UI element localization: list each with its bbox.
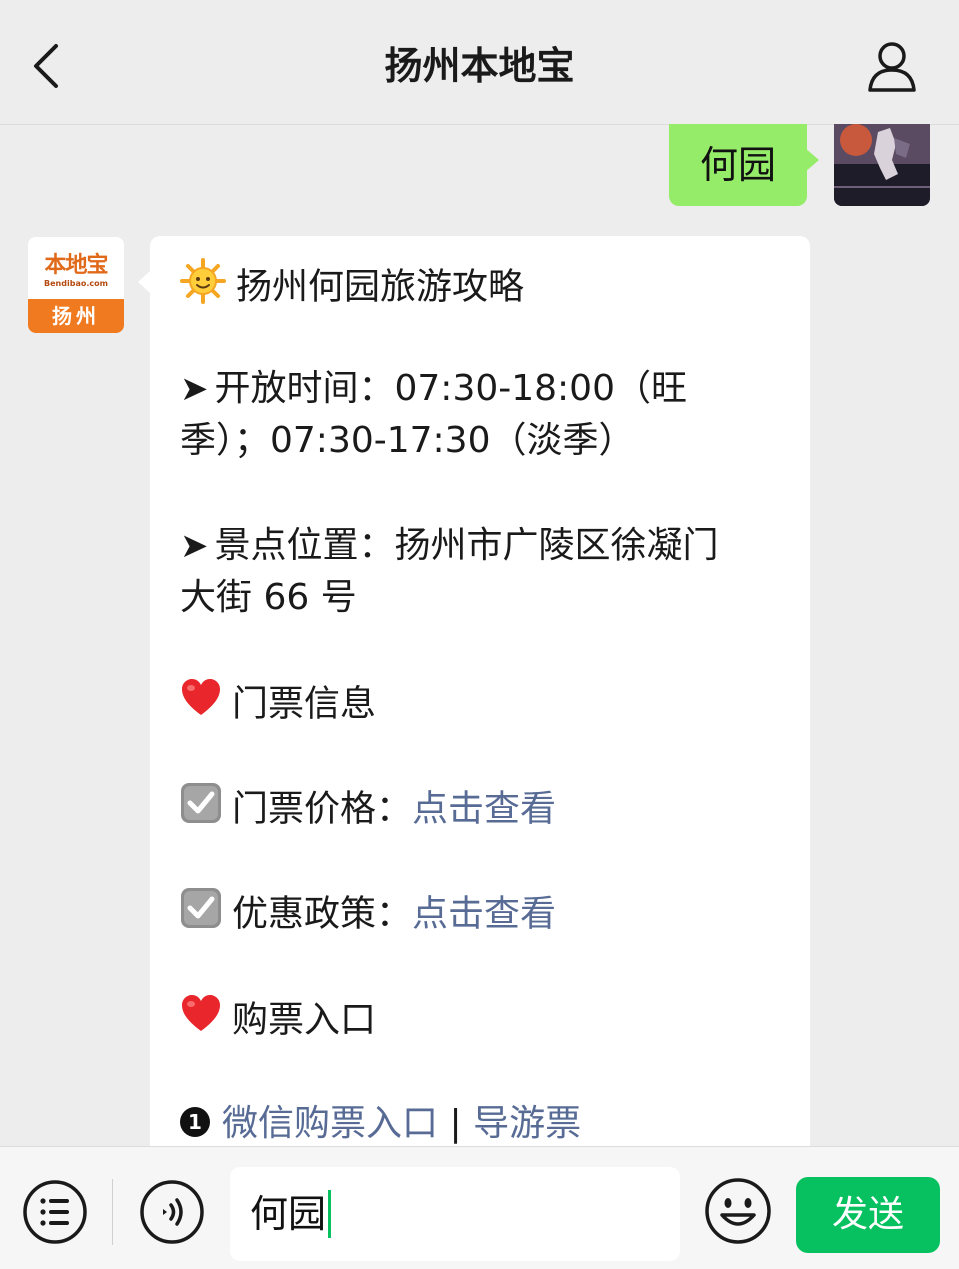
message-input-text: 何园 (250, 1167, 332, 1261)
guide-title-line: 扬州何园旅游攻略 (180, 258, 790, 319)
opening-hours-text: 开放时间：07:30-18:00（旺 (214, 368, 687, 409)
purchase-entry-text: 购票入口 (232, 999, 377, 1041)
top-nav-bar: 扬州本地宝 (0, 0, 959, 125)
discount-policy-link[interactable]: 点击查看 (412, 894, 556, 935)
heart-emoji-icon (180, 993, 222, 1050)
guide-ticket-link[interactable]: 导游票 (473, 1103, 581, 1144)
user-avatar-image (834, 124, 930, 206)
avatar-logo-text: 本地宝 (44, 252, 108, 278)
message-input[interactable]: 何园 (230, 1167, 680, 1261)
bot-avatar[interactable]: 本地宝 Bendibao.com 扬州 (28, 237, 124, 333)
link-separator: | (449, 1103, 462, 1144)
checkbox-emoji-icon (180, 782, 222, 839)
ticket-info-text: 门票信息 (232, 683, 377, 725)
voice-button[interactable] (139, 1179, 205, 1245)
number-one-badge: 1 (180, 1107, 210, 1137)
arrow-bullet-icon: ➤ (180, 526, 209, 566)
emoji-face-icon (705, 1178, 771, 1244)
avatar-city-label: 扬州 (28, 299, 124, 333)
guide-title: 扬州何园旅游攻略 (236, 266, 525, 308)
profile-button[interactable] (862, 36, 922, 96)
page-title: 扬州本地宝 (384, 44, 575, 88)
discount-policy-line: 优惠政策：点击查看 (180, 887, 790, 944)
input-bar: 何园 发送 (0, 1146, 959, 1269)
discount-policy-label: 优惠政策： (232, 893, 413, 935)
ticket-price-link[interactable]: 点击查看 (412, 789, 556, 830)
input-bar-divider (112, 1179, 113, 1245)
menu-list-icon (23, 1180, 87, 1244)
location-text: 景点位置：扬州市广陵区徐凝门 (214, 525, 719, 566)
emoji-button[interactable] (704, 1177, 772, 1245)
wechat-purchase-link[interactable]: 微信购票入口 (222, 1103, 438, 1144)
avatar-logo-url: Bendibao.com (44, 279, 108, 288)
text-caret (328, 1189, 332, 1238)
user-avatar[interactable] (834, 124, 930, 206)
purchase-entry-heading: 购票入口 (180, 993, 790, 1050)
message-input-value: 何园 (250, 1192, 327, 1236)
menu-button[interactable] (22, 1179, 88, 1245)
purchase-links-line: 1 微信购票入口 | 导游票 (180, 1098, 790, 1150)
user-bubble-tail (805, 148, 819, 172)
location-line-2: 大街 66 号 (180, 577, 357, 618)
ticket-price-label: 门票价格： (232, 788, 413, 830)
hours-line-2: 季）；07:30-17:30（淡季） (180, 420, 635, 461)
checkbox-emoji-icon (180, 887, 222, 944)
ticket-info-heading: 门票信息 (180, 677, 790, 734)
location-line-1: ➤ 景点位置：扬州市广陵区徐凝门 (180, 520, 790, 572)
user-message-text: 何园 (699, 143, 776, 187)
arrow-bullet-icon: ➤ (180, 369, 209, 409)
profile-icon (868, 42, 916, 92)
voice-icon (140, 1180, 204, 1244)
user-message-bubble[interactable]: 何园 (669, 124, 807, 206)
hours-line-1: ➤ 开放时间：07:30-18:00（旺 (180, 363, 790, 415)
avatar-logo-top: 本地宝 Bendibao.com (28, 237, 124, 299)
ticket-price-line: 门票价格：点击查看 (180, 782, 790, 839)
send-button[interactable]: 发送 (796, 1177, 940, 1253)
heart-emoji-icon (180, 677, 222, 734)
sun-emoji-icon (180, 258, 226, 319)
bot-message-bubble[interactable]: 扬州何园旅游攻略 ➤ 开放时间：07:30-18:00（旺 季）；07:30-17… (150, 236, 810, 1176)
